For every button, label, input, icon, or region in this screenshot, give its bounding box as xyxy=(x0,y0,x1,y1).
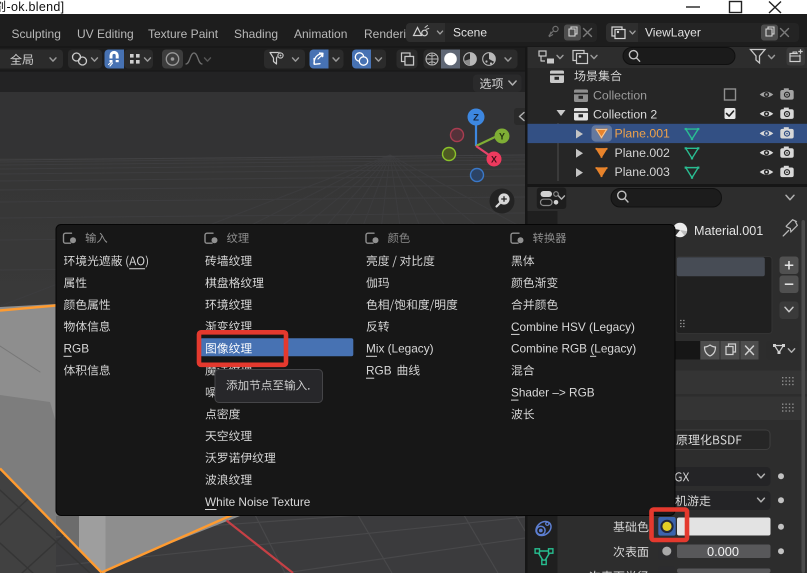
svg-text:Plane.001: Plane.001 xyxy=(615,127,671,141)
svg-text:X: X xyxy=(491,155,497,165)
svg-text:Mix (Legacy): Mix (Legacy) xyxy=(366,342,434,356)
svg-text:Scene: Scene xyxy=(453,26,487,40)
svg-text:White Noise Texture: White Noise Texture xyxy=(205,495,311,509)
svg-text:Y: Y xyxy=(499,132,505,142)
svg-text:Collection 2: Collection 2 xyxy=(593,108,657,122)
svg-text:RGB: RGB xyxy=(366,364,392,378)
svg-text:-ok.blend]: -ok.blend] xyxy=(7,0,65,14)
svg-text:Shading: Shading xyxy=(234,27,278,41)
svg-text:UV Editing: UV Editing xyxy=(77,27,134,41)
svg-text:Sculpting: Sculpting xyxy=(12,27,61,41)
svg-text:Combine HSV (Legacy): Combine HSV (Legacy) xyxy=(511,320,635,334)
svg-text:Animation: Animation xyxy=(294,27,347,41)
svg-text:Z: Z xyxy=(473,113,479,124)
svg-text:Plane.002: Plane.002 xyxy=(615,146,671,160)
svg-text:RGB: RGB xyxy=(64,342,90,356)
svg-text:0.000: 0.000 xyxy=(707,544,739,559)
svg-text:ViewLayer: ViewLayer xyxy=(645,26,701,40)
svg-text:Shader –> RGB: Shader –> RGB xyxy=(511,386,595,400)
svg-text:Texture Paint: Texture Paint xyxy=(148,27,219,41)
svg-text:Collection: Collection xyxy=(593,89,647,103)
svg-text:Combine RGB (Legacy): Combine RGB (Legacy) xyxy=(511,342,636,356)
svg-text:Material.001: Material.001 xyxy=(694,224,763,238)
svg-text:Plane.003: Plane.003 xyxy=(615,165,671,179)
svg-text:Renderi: Renderi xyxy=(364,27,406,41)
